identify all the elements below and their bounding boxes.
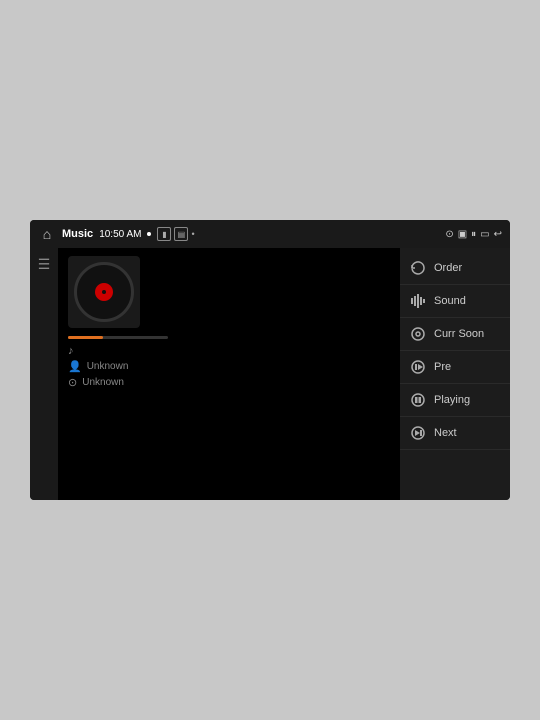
vinyl-center-red [95,283,113,301]
center-player: ♪ 👤 Unknown ⊙ Unknown [58,248,400,500]
camera-icon: ▣ [458,229,467,240]
curr-soon-label: Curr Soon [434,328,484,340]
main-content: ☰ ♪ [30,248,510,500]
menu-item-next[interactable]: Next [400,417,510,450]
device-frame: ⌂ Music 10:50 AM ▮ ▤ • ⊙ ▣ ⏸ ▭ ↩ ☰ [30,220,510,500]
order-label: Order [434,262,462,274]
vinyl-hole [102,290,106,294]
home-icon[interactable]: ⌂ [38,225,56,243]
pre-label: Pre [434,361,451,373]
dot-icon: • [191,229,194,239]
pause-icon: ⏸ [471,229,476,240]
signal-icon: ▤ [174,227,188,241]
pre-icon [408,357,428,377]
artist-row: 👤 Unknown [68,360,390,373]
left-sidebar: ☰ [30,248,58,500]
person-icon: 👤 [68,360,82,373]
menu-item-playing[interactable]: Playing [400,384,510,417]
album-row: ⊙ Unknown [68,376,390,389]
track-name-row: ♪ [68,345,390,357]
progress-container [68,336,390,339]
status-separator [147,232,151,236]
order-icon [408,258,428,278]
menu-item-curr-soon[interactable]: Curr Soon [400,318,510,351]
status-icons-group: ▮ ▤ • [157,227,194,241]
sound-label: Sound [434,295,466,307]
battery-icon: ▮ [157,227,171,241]
right-panel: Order Sound [400,248,510,500]
next-label: Next [434,427,457,439]
album-art [68,256,140,328]
artist-name: Unknown [87,361,129,372]
playing-label: Playing [434,394,470,406]
disc-icon: ⊙ [68,376,77,389]
menu-item-sound[interactable]: Sound [400,285,510,318]
track-info: ♪ 👤 Unknown ⊙ Unknown [68,345,390,389]
vinyl-record [74,262,134,322]
back-icon: ↩ [494,229,502,240]
progress-bar-track[interactable] [68,336,168,339]
progress-bar-fill [68,336,103,339]
window-icon: ▭ [480,229,489,240]
list-icon[interactable]: ☰ [38,256,51,273]
menu-item-order[interactable]: Order [400,252,510,285]
playing-icon [408,390,428,410]
status-time: 10:50 AM [99,229,141,240]
status-right-icons: ⊙ ▣ ⏸ ▭ ↩ [445,229,502,240]
sound-icon [408,291,428,311]
music-note-icon: ♪ [68,345,74,357]
curr-soon-icon [408,324,428,344]
album-name: Unknown [82,377,124,388]
next-icon [408,423,428,443]
status-bar: ⌂ Music 10:50 AM ▮ ▤ • ⊙ ▣ ⏸ ▭ ↩ [30,220,510,248]
location-icon: ⊙ [445,229,453,240]
menu-item-pre[interactable]: Pre [400,351,510,384]
app-title: Music [62,228,93,240]
